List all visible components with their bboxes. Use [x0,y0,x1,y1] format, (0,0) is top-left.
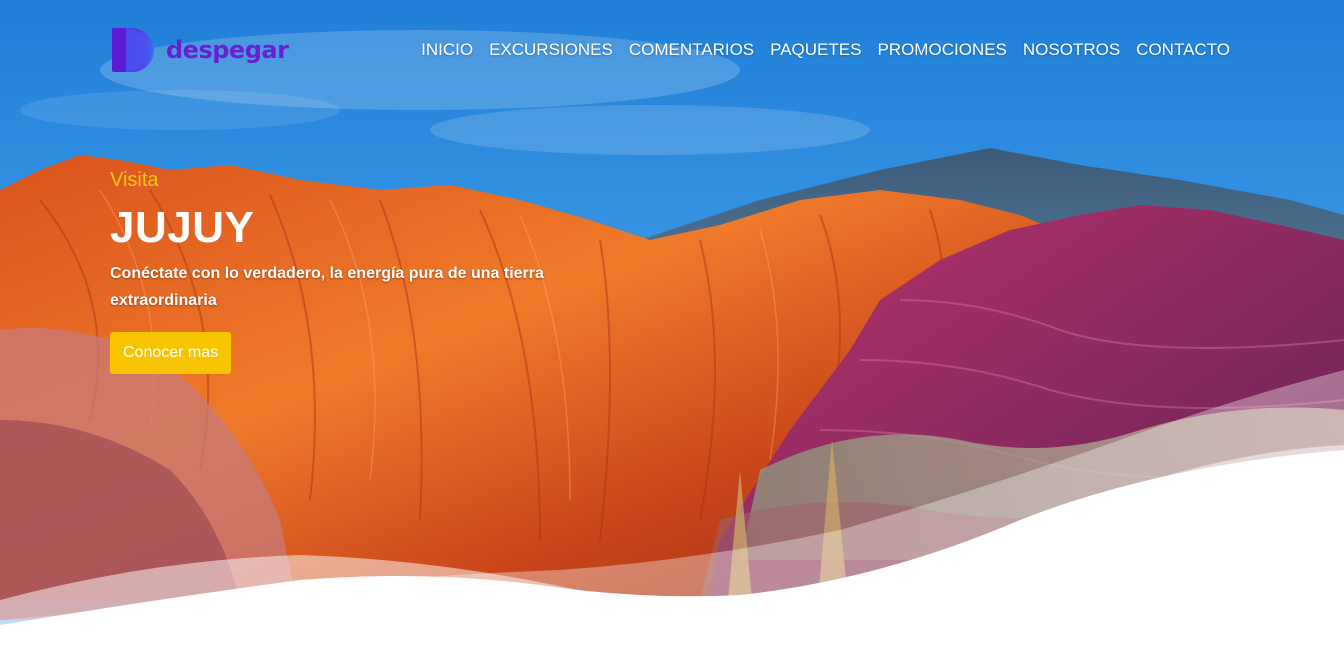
despegar-logo-icon [112,28,154,72]
nav-menu: INICIO EXCURSIONES COMENTARIOS PAQUETES … [413,39,1238,61]
hero-title: JUJUY [110,203,255,252]
nav-contacto[interactable]: CONTACTO [1128,39,1238,61]
top-navbar: despegar INICIO EXCURSIONES COMENTARIOS … [0,0,1344,100]
conocer-mas-button[interactable]: Conocer mas [110,332,232,374]
nav-nosotros[interactable]: NOSOTROS [1015,39,1128,61]
hero-subtitle: Conéctate con lo verdadero, la energía p… [110,265,544,309]
nav-inicio[interactable]: INICIO [413,39,481,61]
brand-logo[interactable]: despegar [112,26,289,74]
hero-section: despegar INICIO EXCURSIONES COMENTARIOS … [0,0,1344,660]
nav-excursiones[interactable]: EXCURSIONES [481,39,621,61]
nav-promociones[interactable]: PROMOCIONES [869,39,1014,61]
hero-kicker: Visita [110,169,159,191]
nav-paquetes[interactable]: PAQUETES [762,39,869,61]
hero-content: Visita JUJUY Conéctate con lo verdadero,… [110,168,580,374]
brand-name: despegar [166,36,289,64]
nav-comentarios[interactable]: COMENTARIOS [621,39,762,61]
